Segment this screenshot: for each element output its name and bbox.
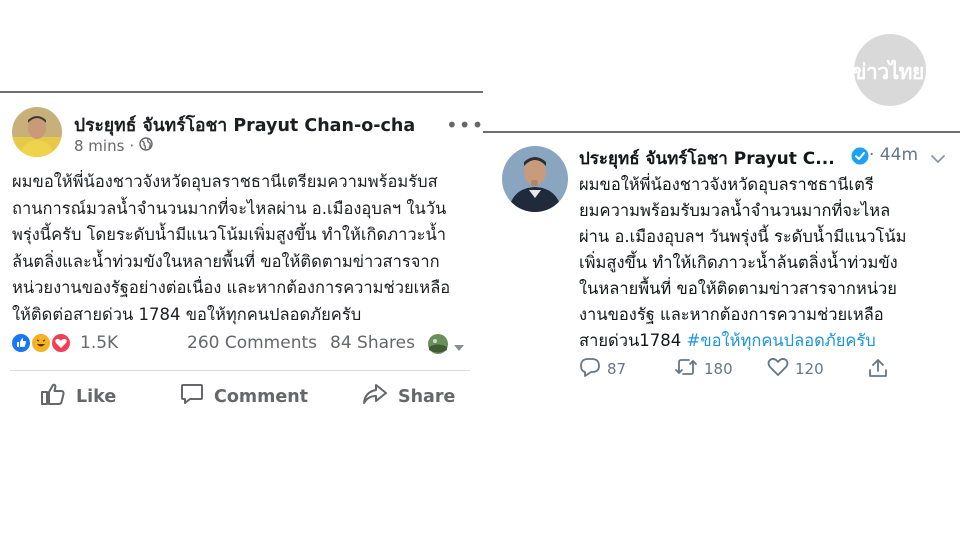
chevron-down-icon [453, 337, 465, 357]
reply-count: 87 [607, 360, 627, 378]
post-line: ผมขอให้พี่น้องชาวจังหวัดอุบลราชธานีเตรีย… [12, 172, 438, 191]
post-line: หน่วยงานของรัฐอย่างต่อเนื่อง และหากต้องก… [12, 278, 451, 297]
tweet-line: เพิ่มสูงขึ้น ทำให้เกิดภาวะน้ำล้นตลิ่งน้ำ… [579, 253, 898, 272]
tweet-line: ผมขอให้พี่น้องชาวจังหวัดอุบลราชธานีเตรี [579, 175, 874, 194]
share-label: Share [398, 386, 456, 407]
reactions-count[interactable]: 1.5K [80, 333, 118, 353]
verified-badge-icon [851, 147, 869, 169]
comment-icon [180, 382, 204, 411]
share-icon [867, 357, 889, 383]
post-text: ผมขอให้พี่น้องชาวจังหวัดอุบลราชธานีเตรีย… [12, 169, 474, 328]
tweet-text: ผมขอให้พี่น้องชาวจังหวัดอุบลราชธานีเตรี … [579, 172, 951, 354]
post-line: ให้ติดต่อสายด่วน 1784 ขอให้ทุกคนปลอดภัยค… [12, 304, 362, 324]
audience-selector[interactable] [427, 333, 465, 360]
chevron-down-icon[interactable] [930, 149, 946, 168]
watermark-logo: สำนักข่าวไทย [802, 34, 952, 106]
tweet-line: สายด่วน1784 #ขอให้ทุกคนปลอดภัยครับ [579, 328, 951, 354]
author-name[interactable]: ประยุทธ์ จันทร์โอชา Prayut Chan-o-cha [74, 111, 415, 139]
comment-label: Comment [214, 386, 309, 407]
shares-count[interactable]: 84 Shares [330, 333, 415, 353]
haha-reaction-icon[interactable] [30, 332, 52, 354]
heart-icon [767, 357, 789, 381]
like-label: Like [76, 386, 117, 407]
watermark-text: สำนักข่าวไทย [802, 60, 924, 84]
tweet-line: ยมความพร้อมรับมวลน้ำจำนวนมากที่จะไหล [579, 201, 891, 220]
separator: · [129, 137, 135, 155]
reply-icon [579, 357, 601, 381]
timestamp[interactable]: · 44m [869, 145, 918, 165]
author-name[interactable]: ประยุทธ์ จันทร์โอชา Prayut C... [579, 145, 835, 172]
tweet-action-bar: 87 180 120 [579, 357, 951, 381]
thumbs-up-icon [40, 382, 66, 411]
like-button[interactable]: 120 [767, 357, 824, 381]
retweet-icon [674, 357, 698, 381]
like-reaction-icon[interactable] [10, 332, 32, 354]
globe-icon [139, 137, 153, 155]
share-button[interactable]: Share [362, 382, 455, 411]
comment-button[interactable]: Comment [180, 382, 308, 411]
profile-thumbnail [427, 333, 449, 360]
more-options-icon[interactable]: ••• [446, 113, 484, 137]
post-line: พรุ่งนี้ครับ โดยระดับน้ำมีแนวโน้มเพิ่มสู… [12, 225, 447, 244]
like-button[interactable]: Like [40, 382, 116, 411]
retweet-count: 180 [704, 360, 733, 378]
post-line: ล้นตลิ่งและน้ำท่วมขังในหลายพื้นที่ ขอให้… [12, 251, 440, 271]
tweet: ประยุทธ์ จันทร์โอชา Prayut C... · 44m ผม… [483, 131, 960, 391]
divider [483, 131, 960, 133]
facebook-post: ประยุทธ์ จันทร์โอชา Prayut Chan-o-cha 8 … [0, 91, 483, 426]
retweet-button[interactable]: 180 [674, 357, 733, 381]
reply-button[interactable]: 87 [579, 357, 626, 381]
like-count: 120 [795, 360, 824, 378]
hashtag-link[interactable]: #ขอให้ทุกคนปลอดภัยครับ [687, 331, 876, 350]
avatar[interactable] [12, 107, 62, 157]
timestamp[interactable]: 8 mins [74, 137, 124, 155]
comments-count[interactable]: 260 Comments [187, 333, 317, 353]
post-meta: 8 mins · [74, 137, 153, 155]
divider [0, 91, 483, 93]
love-reaction-icon[interactable] [50, 332, 72, 354]
tweet-line: งานของรัฐ และหากต้องการความช่วยเหลือ [579, 305, 884, 324]
avatar[interactable] [502, 146, 568, 212]
share-button[interactable] [867, 357, 889, 383]
tweet-line: ผ่าน อ.เมืองอุบลฯ วันพรุ่งนี้ ระดับน้ำมี… [579, 227, 907, 246]
action-bar: Like Comment Share [0, 382, 483, 412]
post-line: ถานการณ์มวลน้ำจำนวนมากที่จะไหลผ่าน อ.เมื… [12, 198, 447, 218]
tweet-line: ในหลายพื้นที่ ขอให้ติดตามข่าวสารจากหน่วย [579, 279, 897, 298]
divider [10, 370, 470, 371]
post-stats: 1.5K 260 Comments 84 Shares [10, 331, 470, 357]
tweet-text-segment: สายด่วน1784 [579, 331, 687, 350]
share-arrow-icon [362, 382, 388, 411]
